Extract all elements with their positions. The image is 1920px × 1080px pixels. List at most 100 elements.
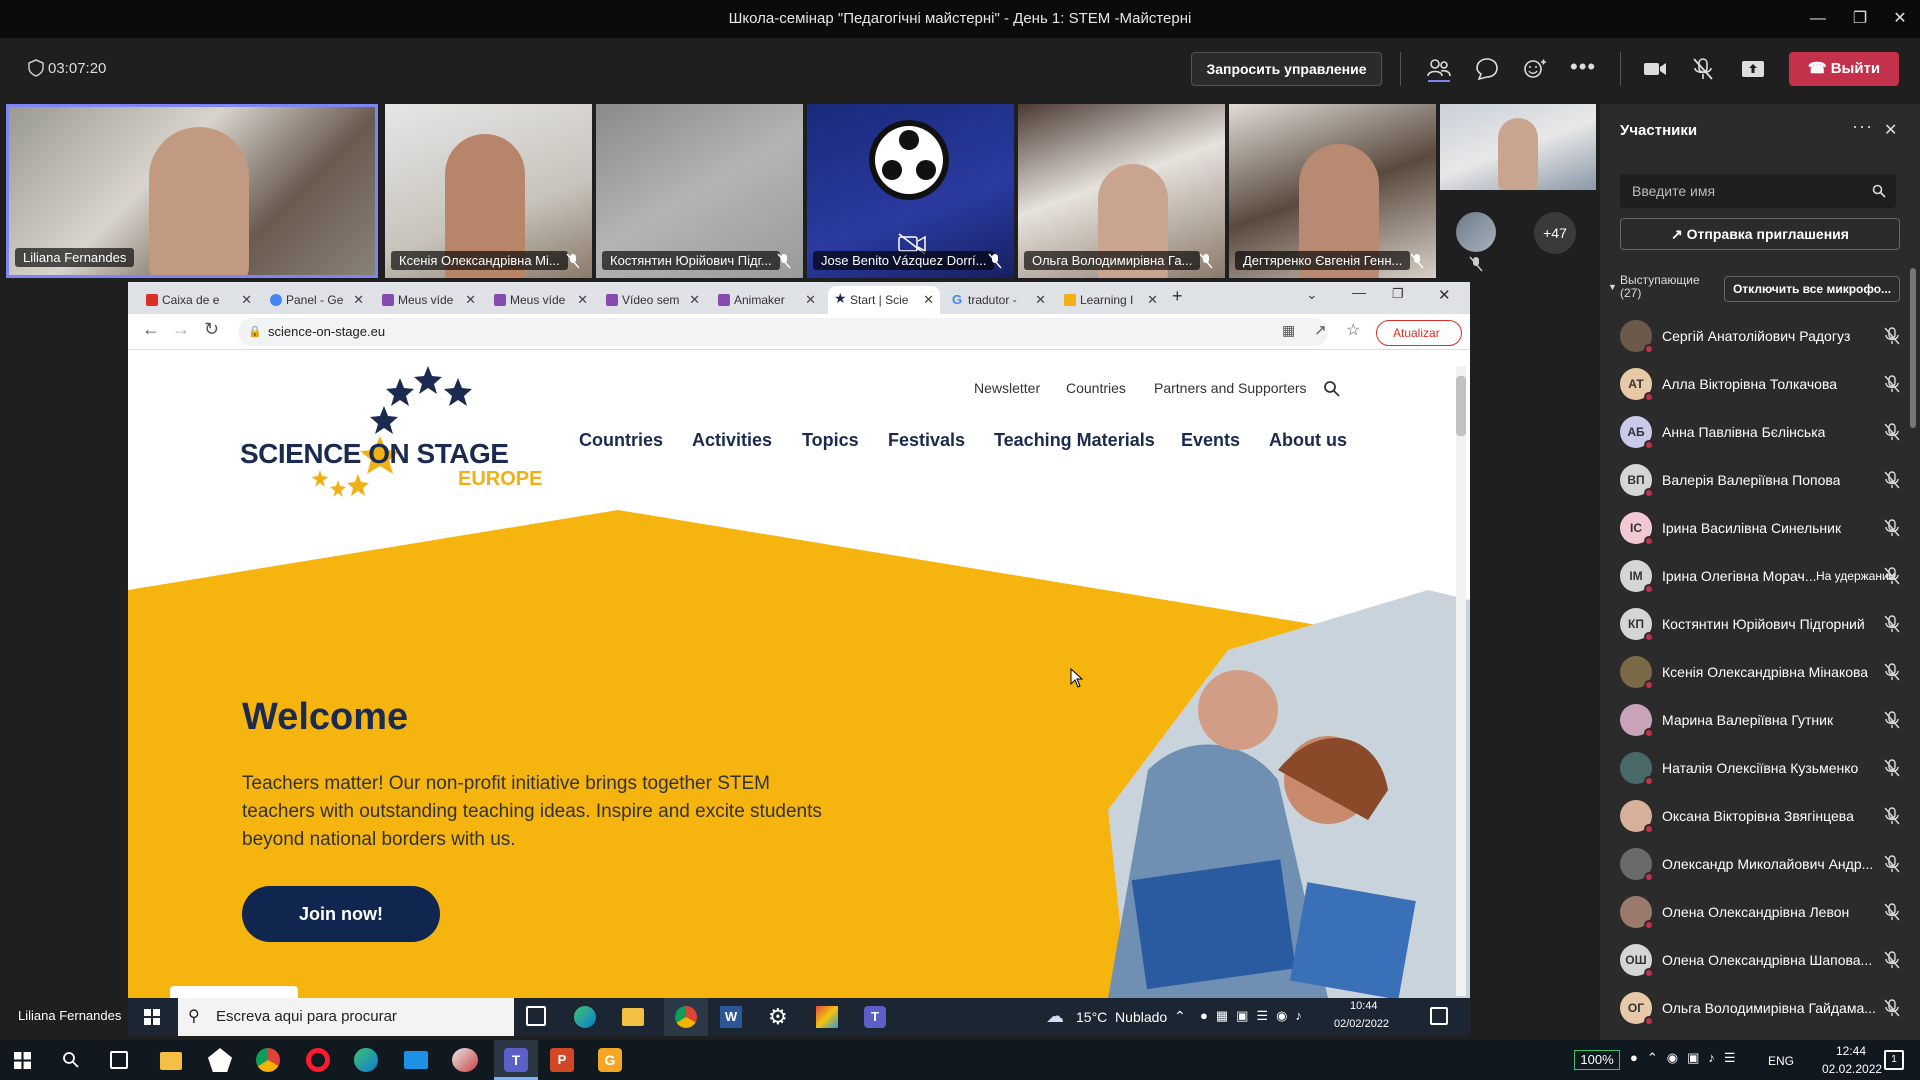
nav-countries[interactable]: Countries bbox=[579, 430, 663, 451]
participant-row[interactable]: АТ Алла Вікторівна Толкачова bbox=[1620, 360, 1910, 408]
language-indicator[interactable]: ENG bbox=[1768, 1054, 1794, 1068]
taskbar-search-input[interactable]: ⚲ Escreva aqui para procurar bbox=[178, 998, 514, 1036]
participants-icon[interactable] bbox=[1426, 56, 1452, 82]
clock-date[interactable]: 02.02.2022 bbox=[1822, 1062, 1882, 1076]
close-tab-icon[interactable]: ✕ bbox=[241, 286, 252, 314]
microphone-muted-icon[interactable] bbox=[1884, 327, 1900, 345]
nav-about-us[interactable]: About us bbox=[1269, 430, 1347, 451]
microphone-muted-icon[interactable] bbox=[1884, 423, 1900, 441]
mute-all-button[interactable]: Отключить все микрофо... bbox=[1724, 276, 1900, 302]
browser-minimize-icon[interactable]: — bbox=[1352, 284, 1366, 300]
participant-row[interactable]: ВП Валерія Валеріївна Попова bbox=[1620, 456, 1910, 504]
close-tab-icon[interactable]: ✕ bbox=[353, 286, 364, 314]
video-tile[interactable]: Ольга Володимирівна Га... bbox=[1018, 104, 1225, 278]
maximize-button[interactable]: ❐ bbox=[1840, 6, 1880, 32]
video-tile[interactable]: Jose Benito Vázquez Dorrí... bbox=[807, 104, 1014, 278]
teams-icon[interactable]: T bbox=[864, 1006, 886, 1028]
snagit-icon[interactable]: G bbox=[598, 1048, 622, 1072]
video-tile[interactable]: Дегтяренко Євгенія Генн... bbox=[1229, 104, 1436, 278]
edge-icon[interactable] bbox=[574, 1006, 596, 1028]
participant-row[interactable]: ОШ Олена Олександрівна Шапова... bbox=[1620, 936, 1910, 984]
microphone-muted-icon[interactable] bbox=[1884, 855, 1900, 873]
settings-gear-icon[interactable]: ⚙ bbox=[768, 1004, 788, 1030]
site-logo-text[interactable]: SCIENCE ON STAGE bbox=[240, 438, 509, 470]
tab-search-icon[interactable]: ⌄ bbox=[1306, 286, 1318, 303]
powerpoint-icon[interactable]: P bbox=[550, 1048, 574, 1072]
bookmark-star-icon[interactable]: ☆ bbox=[1346, 320, 1360, 340]
taskbar-active-app[interactable]: T bbox=[494, 1040, 538, 1080]
browser-tab[interactable]: Animaker ✕ bbox=[712, 286, 822, 314]
topnav-countries[interactable]: Countries bbox=[1066, 380, 1126, 396]
participant-row[interactable]: ОГ Ольга Володимирівна Гайдама... bbox=[1620, 984, 1910, 1032]
site-search-icon[interactable] bbox=[1323, 380, 1341, 398]
nav-activities[interactable]: Activities bbox=[692, 430, 772, 451]
nav-teaching-materials[interactable]: Teaching Materials bbox=[994, 430, 1155, 451]
fox-app-icon[interactable] bbox=[208, 1048, 232, 1072]
browser-tab[interactable]: Meus víde ✕ bbox=[488, 286, 594, 314]
microphone-muted-icon[interactable] bbox=[1690, 56, 1716, 82]
close-tab-icon[interactable]: ✕ bbox=[1147, 286, 1158, 314]
collapse-chevron-icon[interactable]: ▼ bbox=[1608, 282, 1617, 292]
participant-row[interactable]: КП Костянтин Юрійович Підгорний bbox=[1620, 600, 1910, 648]
edge-icon[interactable] bbox=[354, 1048, 378, 1072]
microphone-muted-icon[interactable] bbox=[1884, 951, 1900, 969]
microphone-muted-icon[interactable] bbox=[1884, 711, 1900, 729]
more-options-icon[interactable]: ••• bbox=[1570, 56, 1596, 82]
nav-topics[interactable]: Topics bbox=[802, 430, 859, 451]
search-icon[interactable] bbox=[62, 1051, 80, 1069]
file-explorer-icon[interactable] bbox=[622, 1008, 644, 1026]
close-tab-icon[interactable]: ✕ bbox=[465, 286, 476, 314]
topnav-newsletter[interactable]: Newsletter bbox=[974, 380, 1040, 396]
close-tab-icon[interactable]: ✕ bbox=[805, 286, 816, 314]
participant-row[interactable]: Наталія Олексіївна Кузьменко bbox=[1620, 744, 1910, 792]
participant-row[interactable]: Оксана Вікторівна Звягінцева bbox=[1620, 792, 1910, 840]
participant-row[interactable]: ІМ Ірина Олегівна Морач... На удержании bbox=[1620, 552, 1910, 600]
browser-tab[interactable]: Learning I ✕ bbox=[1058, 286, 1164, 314]
share-icon[interactable]: ↗ bbox=[1314, 321, 1327, 339]
file-explorer-icon[interactable] bbox=[160, 1052, 182, 1070]
new-tab-icon[interactable]: + bbox=[1172, 286, 1183, 307]
clock-time[interactable]: 10:44 bbox=[1350, 1000, 1378, 1012]
windows-start-icon[interactable] bbox=[14, 1052, 31, 1069]
participant-row[interactable]: Марина Валеріївна Гутник bbox=[1620, 696, 1910, 744]
microphone-muted-icon[interactable] bbox=[1884, 519, 1900, 537]
taskbar-active-app[interactable] bbox=[664, 998, 708, 1036]
back-icon[interactable]: ← bbox=[142, 319, 160, 340]
forward-icon[interactable]: → bbox=[172, 319, 190, 340]
close-panel-icon[interactable]: ✕ bbox=[1884, 120, 1897, 140]
participant-row[interactable]: Ксенія Олександрівна Мінакова bbox=[1620, 648, 1910, 696]
tray-chevron-icon[interactable]: ⌃ bbox=[1174, 1008, 1186, 1025]
microphone-muted-icon[interactable] bbox=[1884, 759, 1900, 777]
participant-search-input[interactable]: Введите имя bbox=[1620, 174, 1896, 208]
participant-row[interactable]: ІС Ірина Василівна Синельник bbox=[1620, 504, 1910, 552]
chat-icon[interactable] bbox=[1474, 56, 1500, 82]
microphone-muted-icon[interactable] bbox=[1884, 999, 1900, 1017]
browser-tab[interactable]: Meus víde ✕ bbox=[376, 286, 482, 314]
opera-icon[interactable] bbox=[306, 1048, 330, 1072]
system-tray-icons[interactable]: ●⌃◉▣♪☰ bbox=[1630, 1050, 1745, 1066]
url-input[interactable]: 🔒 science-on-stage.eu bbox=[238, 318, 1328, 346]
video-tile[interactable]: Ксенія Олександрівна Мі... bbox=[385, 104, 592, 278]
clock-time[interactable]: 12:44 bbox=[1836, 1044, 1866, 1058]
video-tile-presenter[interactable]: Liliana Fernandes bbox=[6, 104, 378, 278]
close-tab-icon[interactable]: ✕ bbox=[923, 286, 934, 314]
translate-icon[interactable]: ▦ bbox=[1282, 322, 1295, 339]
browser-tab[interactable]: Gtradutor - ✕ bbox=[946, 286, 1052, 314]
browser-tab[interactable]: Caixa de e ✕ bbox=[140, 286, 258, 314]
tray-icons[interactable]: ●▦▣☰◉♪ bbox=[1200, 1008, 1310, 1024]
nav-events[interactable]: Events bbox=[1181, 430, 1240, 451]
topnav-partners[interactable]: Partners and Supporters bbox=[1154, 380, 1307, 396]
browser-restore-icon[interactable]: ❐ bbox=[1392, 286, 1404, 302]
zoom-indicator[interactable]: 100% bbox=[1574, 1050, 1620, 1070]
microphone-muted-icon[interactable] bbox=[1884, 615, 1900, 633]
notifications-icon[interactable]: 1 bbox=[1884, 1050, 1904, 1070]
participant-row[interactable]: Олександр Миколайович Андр... bbox=[1620, 840, 1910, 888]
browser-tab-active[interactable]: ★ Start | Scie ✕ bbox=[828, 286, 940, 314]
scrollbar-thumb[interactable] bbox=[1456, 376, 1466, 436]
reload-icon[interactable]: ↻ bbox=[204, 319, 219, 340]
microphone-muted-icon[interactable] bbox=[1884, 471, 1900, 489]
send-invite-button[interactable]: ↗ Отправка приглашения bbox=[1620, 218, 1900, 250]
photos-icon[interactable] bbox=[816, 1006, 838, 1028]
browser-tab[interactable]: Vídeo sem ✕ bbox=[600, 286, 706, 314]
close-tab-icon[interactable]: ✕ bbox=[1035, 286, 1046, 314]
